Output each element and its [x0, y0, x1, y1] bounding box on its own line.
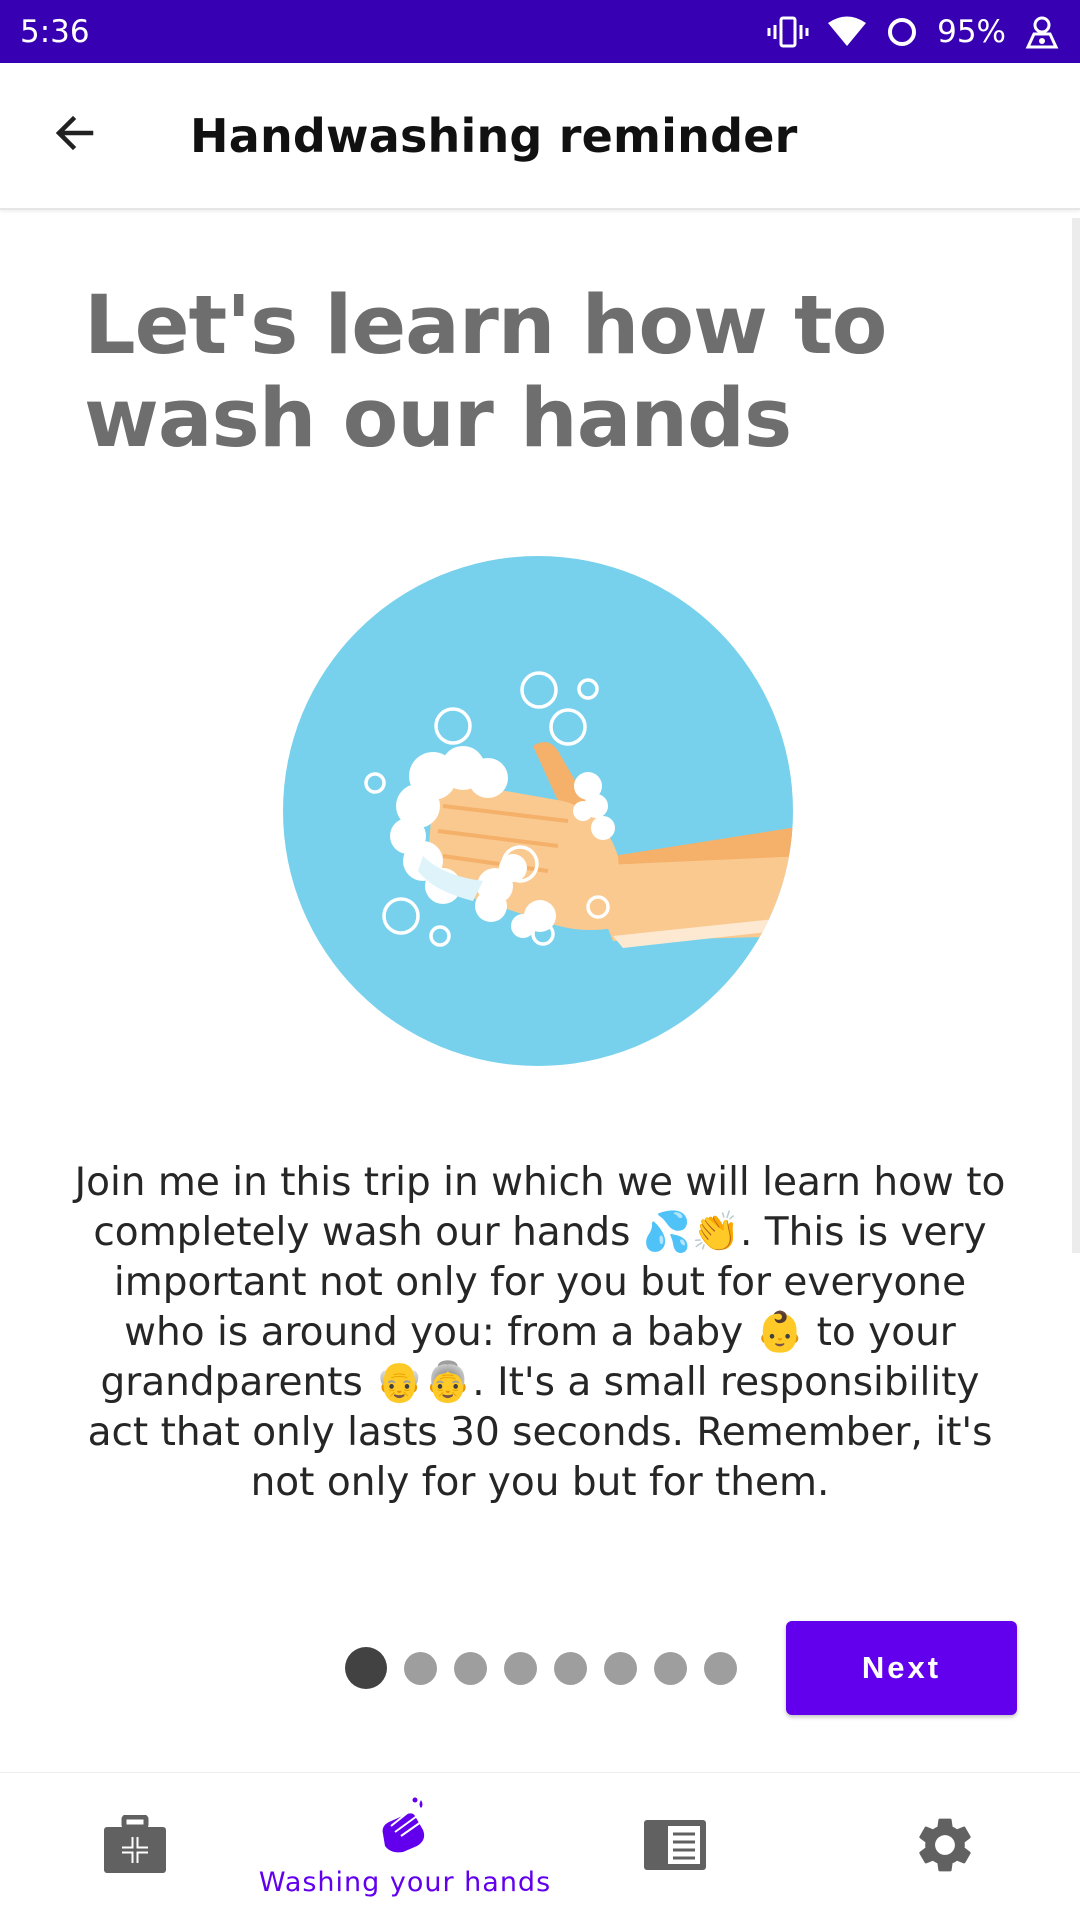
page-dot-8	[704, 1651, 737, 1685]
status-bar: 5:36 95%	[0, 0, 1080, 63]
status-time: 5:36	[20, 13, 90, 50]
sync-icon	[885, 15, 919, 49]
page-dot-4	[504, 1651, 537, 1685]
page-title: Handwashing reminder	[190, 108, 798, 163]
medical-kit-icon	[102, 1814, 168, 1880]
page-dot-1	[345, 1647, 387, 1689]
nav-item-washing-hands[interactable]: Washing your hands	[255, 1773, 555, 1920]
vibrate-icon	[767, 15, 809, 49]
nav-item-medical[interactable]	[72, 1773, 197, 1920]
app-bar: Handwashing reminder	[0, 63, 1080, 210]
account-icon	[1024, 14, 1060, 50]
nav-item-settings[interactable]	[880, 1773, 1010, 1920]
arrow-back-icon	[51, 109, 99, 162]
page-dot-3	[454, 1651, 487, 1685]
news-icon	[642, 1818, 708, 1877]
page-dot-6	[604, 1651, 637, 1685]
page-dot-5	[554, 1651, 587, 1685]
nav-item-news[interactable]	[610, 1773, 740, 1920]
nav-label-washing-hands: Washing your hands	[258, 1867, 552, 1898]
wifi-icon	[827, 16, 867, 48]
page-indicator	[345, 1647, 737, 1689]
scrollbar[interactable]	[1072, 218, 1080, 1253]
soapy-hands-illustration	[283, 556, 793, 1066]
lesson-headline: Let's learn how to wash our hands	[84, 279, 887, 466]
battery-text: 95%	[937, 13, 1006, 50]
settings-gear-icon	[912, 1812, 978, 1883]
next-button[interactable]: Next	[786, 1621, 1017, 1715]
washing-hands-icon	[377, 1796, 433, 1861]
back-button[interactable]	[20, 81, 130, 191]
page-dot-7	[654, 1651, 687, 1685]
page-dot-2	[404, 1651, 437, 1685]
status-icons: 95%	[767, 14, 1060, 50]
bottom-navigation: Washing your hands	[0, 1772, 1080, 1920]
lesson-description: Join me in this trip in which we will le…	[74, 1160, 1006, 1505]
